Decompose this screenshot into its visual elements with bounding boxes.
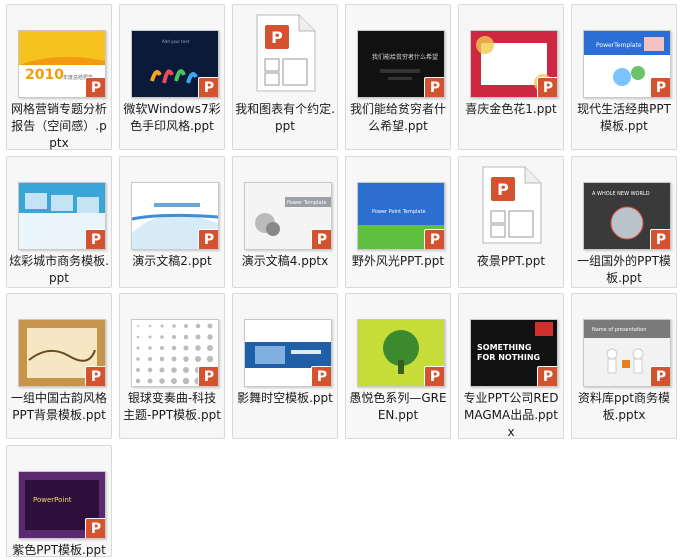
file-thumbnail: P [470,30,558,98]
file-name: 影舞时空模板.ppt [237,391,333,405]
svg-text:Power Point Template: Power Point Template [372,209,426,215]
file-item[interactable]: Power Template P 演示文稿4.pptx [232,156,338,288]
file-item[interactable]: P 愚悦色系列—GREEN.ppt [345,293,451,439]
svg-text:我们能给贫穷者什么希望: 我们能给贫穷者什么希望 [372,53,438,61]
file-name: 喜庆金色花1.ppt [465,102,557,116]
powerpoint-icon: P [650,229,670,249]
svg-text:P: P [271,28,283,47]
file-name: 一组国外的PPT模板.ppt [577,254,671,285]
powerpoint-icon: P [537,77,557,97]
file-item[interactable]: Name of presentation P 资料库ppt商务模板.pptx [571,293,677,439]
powerpoint-icon: P [424,366,444,386]
file-item[interactable]: Power Point Template P 野外风光PPT.ppt [345,156,451,288]
file-item[interactable]: PowerPoint P 紫色PPT模板.ppt [6,445,112,557]
file-thumbnail: Power Template P [244,182,332,250]
file-thumbnail: A WHOLE NEW WORLD P [583,182,671,250]
svg-text:Name of presentation: Name of presentation [592,327,646,333]
file-item[interactable]: P 演示文稿2.ppt [119,156,225,288]
svg-text:P: P [497,180,509,199]
file-item[interactable]: A WHOLE NEW WORLD P 一组国外的PPT模板.ppt [571,156,677,288]
file-thumbnail: P [131,182,219,250]
file-item[interactable]: P 夜景PPT.ppt [458,156,564,288]
file-name: 演示文稿4.pptx [241,254,329,268]
svg-text:Power Template: Power Template [287,200,327,206]
file-name: 网格营销专题分析报告（空间感）.pptx [10,102,107,150]
powerpoint-icon: P [650,77,670,97]
file-name: 愚悦色系列—GREEN.ppt [349,391,447,422]
file-item[interactable]: P 我和图表有个约定.ppt [232,4,338,150]
powerpoint-icon: P [85,518,105,538]
file-name: 紫色PPT模板.ppt [12,543,106,557]
file-thumbnail: P [357,319,445,387]
file-item[interactable]: P 炫彩城市商务模板.ppt [6,156,112,288]
file-name: 微软Windows7彩色手印风格.ppt [123,102,221,133]
powerpoint-icon: P [424,77,444,97]
powerpoint-file-icon: P [255,13,317,93]
powerpoint-icon: P [198,366,218,386]
file-thumbnail: Name of presentation P [583,319,671,387]
file-item[interactable]: P 银球变奏曲-科技主题-PPT模板.ppt [119,293,225,439]
file-item[interactable]: 2010 年度总结报告 P 网格营销专题分析报告（空间感）.pptx [6,4,112,150]
svg-text:SOMETHING: SOMETHING [477,343,531,352]
powerpoint-icon: P [198,77,218,97]
svg-text:A WHOLE NEW WORLD: A WHOLE NEW WORLD [592,191,650,197]
file-name: 一组中国古韵风格PPT背景模板.ppt [10,391,107,422]
file-item[interactable]: 我们能给贫穷者什么希望 P 我们能给贫穷者什么希望.ppt [345,4,451,150]
file-thumbnail: 2010 年度总结报告 P [18,30,106,98]
file-item[interactable]: P 影舞时空模板.ppt [232,293,338,439]
powerpoint-icon: P [424,229,444,249]
file-name: 资料库ppt商务模板.pptx [578,391,670,422]
powerpoint-icon: P [311,229,331,249]
file-item[interactable]: P 一组中国古韵风格PPT背景模板.ppt [6,293,112,439]
file-grid: 2010 年度总结报告 P 网格营销专题分析报告（空间感）.pptx Add you… [0,0,681,560]
file-thumbnail: PowerPoint P [18,471,106,539]
file-name: 银球变奏曲-科技主题-PPT模板.ppt [123,391,221,422]
file-name: 专业PPT公司REDMAGMA出品.pptx [463,391,559,439]
powerpoint-icon: P [650,366,670,386]
powerpoint-file-icon: P [481,165,543,245]
powerpoint-icon: P [85,77,105,97]
file-name: 我们能给贫穷者什么希望.ppt [349,102,446,133]
file-thumbnail: Add your text P [131,30,219,98]
svg-text:PowerTemplate: PowerTemplate [596,42,642,49]
file-thumbnail: PowerTemplate P [583,30,671,98]
file-name: 炫彩城市商务模板.ppt [9,254,109,285]
file-thumbnail: P [18,182,106,250]
powerpoint-icon: P [85,229,105,249]
powerpoint-icon: P [537,366,557,386]
file-thumbnail: P [131,319,219,387]
file-item[interactable]: Add your text P 微软Windows7彩色手印风格.ppt [119,4,225,150]
file-name: 夜景PPT.ppt [476,254,546,268]
svg-text:FOR NOTHING: FOR NOTHING [477,353,540,362]
file-item[interactable]: P 喜庆金色花1.ppt [458,4,564,150]
svg-text:PowerPoint: PowerPoint [33,496,72,504]
file-name: 演示文稿2.ppt [132,254,212,268]
powerpoint-icon: P [311,366,331,386]
file-thumbnail: 我们能给贫穷者什么希望 P [357,30,445,98]
file-thumbnail: SOMETHING FOR NOTHING P [470,319,558,387]
svg-text:2010: 2010 [25,67,64,83]
file-item[interactable]: SOMETHING FOR NOTHING P 专业PPT公司REDMAGMA出品.… [458,293,564,439]
svg-text:Add your text: Add your text [162,39,190,44]
file-thumbnail: P [18,319,106,387]
file-name: 野外风光PPT.ppt [351,254,445,268]
file-name: 现代生活经典PPT模板.ppt [577,102,671,133]
file-thumbnail: P [244,319,332,387]
powerpoint-icon: P [85,366,105,386]
file-thumbnail: Power Point Template P [357,182,445,250]
powerpoint-icon: P [198,229,218,249]
file-item[interactable]: PowerTemplate P 现代生活经典PPT模板.ppt [571,4,677,150]
file-name: 我和图表有个约定.ppt [235,102,335,133]
